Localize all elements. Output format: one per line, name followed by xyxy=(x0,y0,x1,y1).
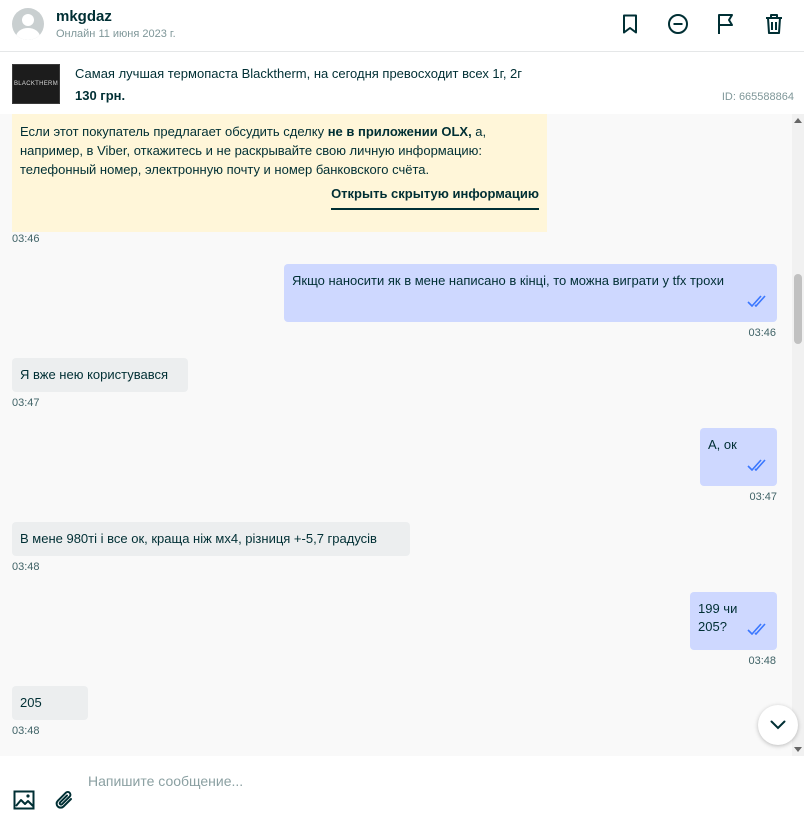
scroll-down-arrow-icon[interactable] xyxy=(794,747,802,752)
scrollbar[interactable] xyxy=(792,114,804,756)
trash-icon[interactable] xyxy=(761,11,787,37)
read-ticks-icon xyxy=(747,622,769,640)
incoming-message: Я вже нею користувався xyxy=(12,358,188,392)
listing-id: ID: 665588864 xyxy=(721,91,794,103)
scroll-to-bottom-button[interactable] xyxy=(758,705,798,745)
block-icon[interactable] xyxy=(665,11,691,37)
message-time: 03:48 xyxy=(12,561,40,573)
warning-text-start: Если этот покупатель предлагает обсудить… xyxy=(20,124,328,139)
avatar[interactable] xyxy=(12,8,44,40)
safety-warning: Если этот покупатель предлагает обсудить… xyxy=(12,114,547,232)
listing-summary[interactable]: BLACKTHERM Самая лучшая термопаста Black… xyxy=(0,52,804,114)
report-flag-icon[interactable] xyxy=(713,11,739,37)
outgoing-message: 199 чи 205? xyxy=(690,592,777,650)
scroll-up-arrow-icon[interactable] xyxy=(794,118,802,123)
incoming-message: В мене 980ті і все ок, краща ніж мх4, рі… xyxy=(12,522,410,556)
warning-text-bold: не в приложении OLX, xyxy=(327,124,472,139)
scrollbar-thumb[interactable] xyxy=(794,274,802,344)
message-text: В мене 980ті і все ок, краща ніж мх4, рі… xyxy=(20,531,377,546)
chevron-down-icon xyxy=(770,720,786,730)
incoming-message: 205 xyxy=(12,686,88,720)
image-icon[interactable] xyxy=(12,788,36,812)
message-input[interactable] xyxy=(88,770,768,792)
read-ticks-icon xyxy=(747,458,769,476)
attachment-icon[interactable] xyxy=(52,788,76,812)
username[interactable]: mkgdaz xyxy=(56,8,112,25)
message-text: Я вже нею користувався xyxy=(20,367,169,382)
chat-header: mkgdaz Онлайн 11 июня 2023 г. xyxy=(0,0,804,52)
bookmark-icon[interactable] xyxy=(617,11,643,37)
outgoing-message: Якщо наносити як в мене написано в кінці… xyxy=(284,264,777,322)
outgoing-message: А, ок xyxy=(700,428,777,486)
message-time: 03:47 xyxy=(749,491,777,503)
listing-title[interactable]: Самая лучшая термопаста Blacktherm, на с… xyxy=(75,66,522,81)
message-text: А, ок xyxy=(708,437,737,452)
message-text: 199 чи 205? xyxy=(698,601,738,634)
message-time: 03:46 xyxy=(748,327,776,339)
message-text: Якщо наносити як в мене написано в кінці… xyxy=(292,273,724,288)
reveal-hidden-info-link[interactable]: Открыть скрытую информацию xyxy=(331,184,539,210)
message-text: 205 xyxy=(20,695,42,710)
message-time: 03:46 xyxy=(12,233,40,245)
message-time: 03:48 xyxy=(748,655,776,667)
listing-thumbnail[interactable]: BLACKTHERM xyxy=(12,64,60,104)
online-status: Онлайн 11 июня 2023 г. xyxy=(56,28,176,40)
message-composer xyxy=(0,756,804,826)
read-ticks-icon xyxy=(747,294,769,312)
message-time: 03:47 xyxy=(12,397,40,409)
listing-price: 130 грн. xyxy=(75,88,126,103)
message-time: 03:48 xyxy=(12,725,40,737)
message-list[interactable]: Если этот покупатель предлагает обсудить… xyxy=(0,114,792,756)
